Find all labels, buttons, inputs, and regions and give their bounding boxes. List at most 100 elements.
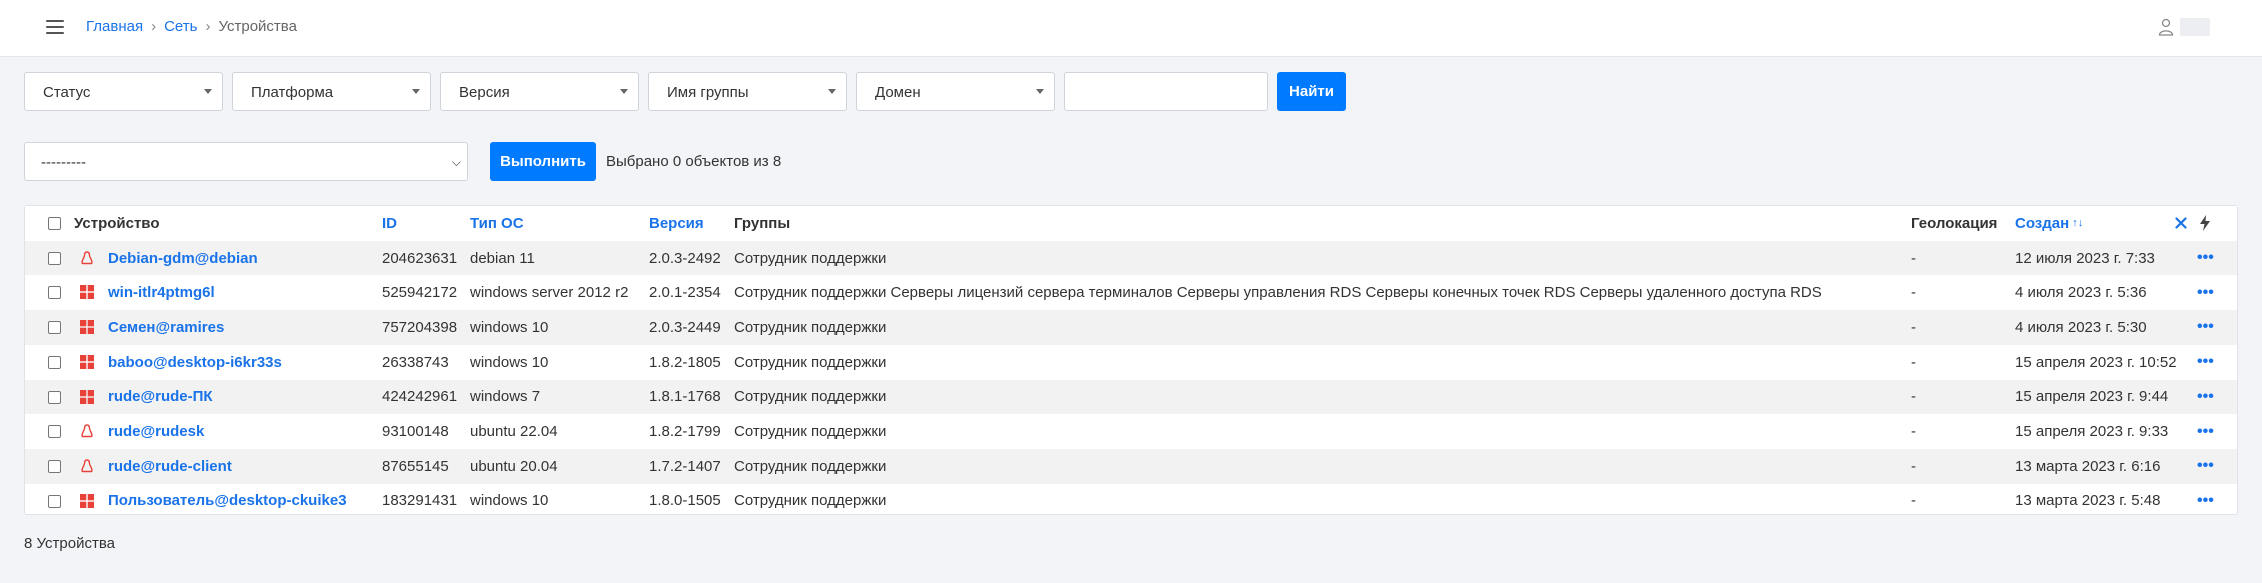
column-header-version[interactable]: Версия <box>649 206 704 241</box>
device-id: 525942172 <box>382 284 458 302</box>
device-id: 424242961 <box>382 388 458 406</box>
device-link[interactable]: win-itlr4ptmg6l <box>108 275 215 310</box>
device-created: 15 апреля 2023 г. 10:52 <box>2015 353 2177 371</box>
breadcrumb-separator: › <box>205 18 211 35</box>
windows-icon <box>80 285 94 300</box>
table-row: baboo@desktop-i6kr33s 26338743 windows 10 1… <box>25 345 2237 380</box>
domain-filter-select[interactable]: Домен <box>856 72 1055 111</box>
device-created: 15 апреля 2023 г. 9:44 <box>2015 388 2169 406</box>
device-geo: - <box>1911 423 1916 441</box>
devices-table: Устройство ID Тип ОС Версия Группы Геоло… <box>24 205 2238 515</box>
status-filter-select[interactable]: Статус <box>24 72 223 111</box>
bulk-action-bar: --------- ⌵ Выполнить Выбрано 0 объектов … <box>24 142 781 181</box>
row-checkbox[interactable] <box>48 321 61 335</box>
breadcrumb-current: Устройства <box>218 18 297 35</box>
bulk-action-select[interactable]: --------- ⌵ <box>24 142 468 181</box>
device-groups: Сотрудник поддержки <box>734 492 887 510</box>
search-input[interactable] <box>1064 72 1268 111</box>
more-dots-icon[interactable]: ••• <box>2197 310 2214 345</box>
column-header-created[interactable]: Создан ↑↓ <box>2015 206 2083 241</box>
device-link[interactable]: Debian-gdm@debian <box>108 241 258 276</box>
device-id: 204623631 <box>382 249 458 267</box>
device-version: 2.0.3-2449 <box>649 318 721 336</box>
device-link[interactable]: Семен@ramires <box>108 310 224 345</box>
breadcrumb-network-link[interactable]: Сеть <box>164 18 197 35</box>
device-os-type: ubuntu 20.04 <box>470 457 558 475</box>
device-created: 12 июля 2023 г. 7:33 <box>2015 249 2155 267</box>
platform-filter-select[interactable]: Платформа <box>232 72 431 111</box>
device-link[interactable]: baboo@desktop-i6kr33s <box>108 345 282 380</box>
device-id: 757204398 <box>382 318 458 336</box>
device-os-type: debian 11 <box>470 249 535 267</box>
chevron-down-icon <box>620 89 628 94</box>
device-id: 183291431 <box>382 492 458 510</box>
device-geo: - <box>1911 249 1916 267</box>
breadcrumb-home-link[interactable]: Главная <box>86 18 143 35</box>
version-filter-select[interactable]: Версия <box>440 72 639 111</box>
table-row: rude@rudesk 93100148 ubuntu 22.04 1.8.2-179… <box>25 414 2237 449</box>
device-geo: - <box>1911 388 1916 406</box>
column-header-created-label: Создан <box>2015 214 2070 232</box>
table-row: Debian-gdm@debian 204623631 debian 11 2.0.3… <box>25 240 2237 276</box>
row-checkbox[interactable] <box>48 494 61 508</box>
more-dots-icon[interactable]: ••• <box>2197 345 2214 380</box>
device-groups: Сотрудник поддержки <box>734 388 887 406</box>
bulk-lightning-button[interactable] <box>2199 206 2211 241</box>
more-dots-icon[interactable]: ••• <box>2197 484 2214 519</box>
windows-icon <box>80 493 94 508</box>
windows-icon <box>80 354 94 369</box>
row-checkbox[interactable] <box>48 459 61 473</box>
breadcrumb-separator: › <box>151 18 157 35</box>
linux-icon <box>80 250 94 265</box>
more-dots-icon[interactable]: ••• <box>2197 275 2214 310</box>
device-os-type: windows 10 <box>470 492 549 510</box>
device-os-type: windows 7 <box>470 388 541 406</box>
device-version: 1.7.2-1407 <box>649 457 721 475</box>
device-created: 4 июля 2023 г. 5:36 <box>2015 284 2147 302</box>
device-groups: Сотрудник поддержки <box>734 457 887 475</box>
chevron-down-icon <box>204 89 212 94</box>
status-filter-label: Статус <box>43 84 91 101</box>
row-checkbox[interactable] <box>48 425 61 439</box>
row-checkbox[interactable] <box>48 251 61 265</box>
run-action-button[interactable]: Выполнить <box>490 142 596 181</box>
device-os-type: windows 10 <box>470 318 549 336</box>
platform-filter-label: Платформа <box>251 84 334 101</box>
group-filter-label: Имя группы <box>667 84 749 101</box>
device-id: 26338743 <box>382 353 449 371</box>
table-row: Пользователь@desktop-ckuike3 183291431 win… <box>25 484 2237 519</box>
device-link[interactable]: rude@rudesk <box>108 414 204 449</box>
table-row: rude@rude-ПК 424242961 windows 7 1.8.1-1768… <box>25 379 2237 415</box>
user-menu[interactable] <box>2158 18 2210 36</box>
device-link[interactable]: rude@rude-ПК <box>108 380 213 415</box>
column-header-os-type[interactable]: Тип ОС <box>470 206 524 241</box>
device-version: 1.8.2-1805 <box>649 353 721 371</box>
column-header-id[interactable]: ID <box>382 206 397 241</box>
device-link[interactable]: Пользователь@desktop-ckuike3 <box>108 484 347 519</box>
device-os-type: windows server 2012 r2 <box>470 284 629 302</box>
more-dots-icon[interactable]: ••• <box>2197 449 2214 484</box>
top-bar: Главная › Сеть › Устройства <box>0 0 2262 57</box>
device-os-type: windows 10 <box>470 353 549 371</box>
more-dots-icon[interactable]: ••• <box>2197 414 2214 449</box>
select-all-checkbox[interactable] <box>48 217 61 230</box>
column-header-groups: Группы <box>734 214 791 232</box>
table-row: rude@rude-client 87655145 ubuntu 20.04 1.7.… <box>25 448 2237 484</box>
device-geo: - <box>1911 492 1916 510</box>
row-checkbox[interactable] <box>48 355 61 369</box>
more-dots-icon[interactable]: ••• <box>2197 380 2214 415</box>
filter-bar: Статус Платформа Версия Имя группы Домен… <box>24 72 1346 111</box>
device-count: 8 Устройства <box>24 535 115 552</box>
find-button[interactable]: Найти <box>1277 72 1346 111</box>
hamburger-icon[interactable] <box>46 20 64 34</box>
bulk-action-value: --------- <box>41 154 86 171</box>
device-groups: Сотрудник поддержки <box>734 249 887 267</box>
clear-sort-icon[interactable] <box>2175 206 2187 241</box>
row-checkbox[interactable] <box>48 390 61 404</box>
more-dots-icon[interactable]: ••• <box>2197 241 2214 276</box>
device-link[interactable]: rude@rude-client <box>108 449 232 484</box>
row-checkbox[interactable] <box>48 286 61 300</box>
group-filter-select[interactable]: Имя группы <box>648 72 847 111</box>
sort-asc-icon: ↑↓ <box>2072 217 2084 230</box>
linux-icon <box>80 424 94 438</box>
